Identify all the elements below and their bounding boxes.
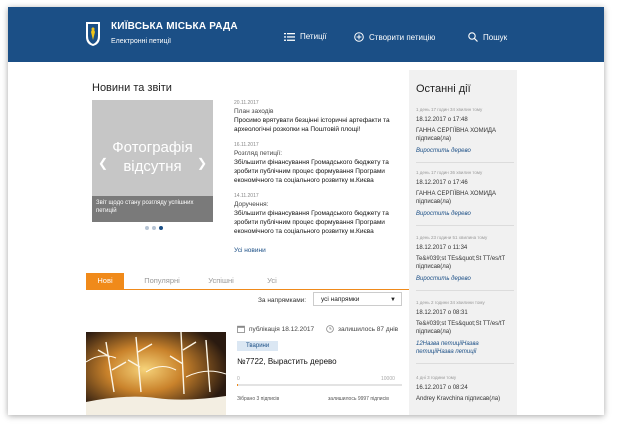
signatures-left: залишилось 9997 підписів [328, 396, 389, 402]
news-category: Доручення: [234, 201, 269, 208]
slider-dot[interactable] [152, 226, 156, 230]
activity-ago: 4 дні 3 години тому [416, 375, 457, 380]
activity-petition-link[interactable]: Виростить дерево [416, 275, 514, 283]
coat-of-arms-icon[interactable] [84, 21, 102, 47]
progress-min: 0 [237, 376, 240, 382]
list-icon [284, 32, 295, 41]
signature-progress-fill [237, 384, 238, 386]
activity-time: 18.12.2017 о 08:31 [416, 310, 468, 316]
direction-select[interactable]: усі напрямки ▼ [313, 292, 402, 306]
activity-ago: 1 день 23 години 51 хвилина тому [416, 235, 488, 240]
nav-petitions[interactable]: Петиції [284, 32, 327, 41]
slider-next-icon[interactable]: ❯ [197, 156, 207, 170]
search-icon [468, 32, 478, 42]
activity-signer: Andrey Kravchina підписав(ла) [416, 396, 501, 402]
site-header: КИЇВСЬКА МІСЬКА РАДА Електронні петиції … [8, 7, 604, 62]
news-title[interactable]: Збільшити фінансування Громадського бюдж… [234, 209, 409, 236]
all-news-link[interactable]: Усі новини [234, 247, 266, 254]
news-heading: Новини та звіти [92, 82, 172, 94]
news-date: 14.11.2017 [234, 193, 259, 199]
category-badge[interactable]: Тварини [237, 341, 279, 351]
activity-item: 1 день 23 години 51 хвилина тому 18.12.2… [416, 235, 514, 291]
nav-create-petition[interactable]: Створити петицію [354, 32, 435, 42]
card-remaining-text: залишилось 87 днів [338, 325, 399, 333]
activity-signer: ГАННА СЕРГІЇВНА ХОМИДА підписав(ла) [416, 128, 496, 142]
activity-divider [416, 290, 514, 291]
activity-divider [416, 363, 514, 364]
tab-new[interactable]: Нові [86, 273, 124, 289]
placeholder-line-1: Фотографія [112, 139, 193, 156]
news-category: Розгляд петиції: [234, 150, 283, 157]
card-published: публікація 18.12.2017 [237, 325, 314, 333]
slider-dot[interactable] [145, 226, 149, 230]
signature-progress-bar [237, 384, 402, 386]
activity-time: 16.12.2017 о 08:24 [416, 385, 468, 391]
site-title[interactable]: КИЇВСЬКА МІСЬКА РАДА [111, 21, 238, 32]
activity-item: 1 день 2 години 34 хвилини тому 18.12.20… [416, 300, 514, 364]
activity-time: 18.12.2017 о 17:48 [416, 117, 468, 123]
signatures-collected: Зібрано 3 підписів [237, 396, 280, 402]
slider-dot-active[interactable] [159, 226, 163, 230]
news-item[interactable]: 14.11.2017 Доручення: Збільшити фінансув… [234, 193, 409, 236]
tab-successful[interactable]: Успішні [201, 273, 241, 289]
news-item[interactable]: 20.11.2017 План заходів Просимо врятуват… [234, 100, 409, 134]
activity-item: 4 дні 3 години тому 16.12.2017 о 08:24 A… [416, 375, 514, 403]
activity-time: 18.12.2017 о 17:46 [416, 180, 468, 186]
placeholder-line-2: відсутня [123, 158, 182, 175]
activity-petition-link[interactable]: Виростить дерево [416, 210, 514, 218]
activity-signer: Te&#039;st TEs&quot;St TT/es/tT підписав… [416, 256, 506, 270]
activity-divider [416, 162, 514, 163]
nav-create-petition-label: Створити петицію [369, 32, 436, 42]
filter-label: За напрямками: [258, 297, 307, 304]
activity-divider [416, 225, 514, 226]
activity-ago: 1 день 17 годин 36 хвилин тому [416, 170, 483, 175]
news-category: План заходів [234, 108, 274, 115]
progress-max: 10000 [381, 376, 395, 382]
no-photo-placeholder: Фотографія відсутня [92, 138, 213, 176]
activity-signer: ГАННА СЕРГІЇВНА ХОМИДА підписав(ла) [416, 191, 496, 205]
news-item[interactable]: 16.11.2017 Розгляд петиції: Збільшити фі… [234, 142, 409, 185]
caret-down-icon: ▼ [390, 297, 396, 303]
news-date: 16.11.2017 [234, 142, 259, 148]
activity-petition-link[interactable]: 12Назва петиціїНазва петиціїНазва петиці… [416, 340, 514, 356]
activity-ago: 1 день 17 годин 34 хвилин тому [416, 107, 483, 112]
tab-popular[interactable]: Популярні [136, 273, 188, 289]
tabs-underline [86, 289, 409, 290]
activity-ago: 1 день 2 години 34 хвилини тому [416, 300, 485, 305]
activity-item: 1 день 17 годин 36 хвилин тому 18.12.201… [416, 170, 514, 226]
clock-icon [326, 325, 334, 333]
calendar-icon [237, 325, 245, 333]
direction-select-value: усі напрямки [321, 296, 360, 303]
news-date: 20.11.2017 [234, 100, 259, 106]
nav-search-label: Пошук [483, 32, 508, 42]
nav-search[interactable]: Пошук [468, 32, 507, 42]
activity-petition-link[interactable]: Виростить дерево [416, 147, 514, 155]
browser-page: КИЇВСЬКА МІСЬКА РАДА Електронні петиції … [8, 7, 604, 415]
card-remaining: залишилось 87 днів [326, 325, 398, 333]
news-title[interactable]: Просимо врятувати безцінні історичні арт… [234, 116, 409, 134]
tab-all[interactable]: Усі [262, 273, 282, 289]
site-subtitle: Електронні петиції [111, 38, 172, 45]
news-slider[interactable]: Фотографія відсутня ❮ ❯ Звіт щодо стану … [92, 100, 213, 222]
news-list: 20.11.2017 План заходів Просимо врятуват… [234, 100, 409, 244]
slider-dots [145, 226, 163, 230]
petition-title[interactable]: №7722, Вырастить дерево [237, 357, 337, 366]
petition-image[interactable] [86, 332, 226, 415]
slider-caption[interactable]: Звіт щодо стану розгляду успішних петиці… [92, 196, 213, 222]
activity-item: 1 день 17 годин 34 хвилин тому 18.12.201… [416, 107, 514, 163]
recent-activity-sidebar: Останні дії 1 день 17 годин 34 хвилин то… [409, 70, 517, 415]
recent-activity-heading: Останні дії [416, 83, 471, 95]
activity-time: 18.12.2017 о 11:34 [416, 245, 468, 251]
news-title[interactable]: Збільшити фінансування Громадського бюдж… [234, 158, 409, 185]
plus-circle-icon [354, 32, 364, 42]
activity-signer: Te&#039;st TEs&quot;St TT/es/tT підписав… [416, 321, 506, 335]
slider-prev-icon[interactable]: ❮ [98, 156, 108, 170]
card-published-text: публікація 18.12.2017 [249, 325, 315, 333]
nav-petitions-label: Петиції [300, 32, 327, 41]
